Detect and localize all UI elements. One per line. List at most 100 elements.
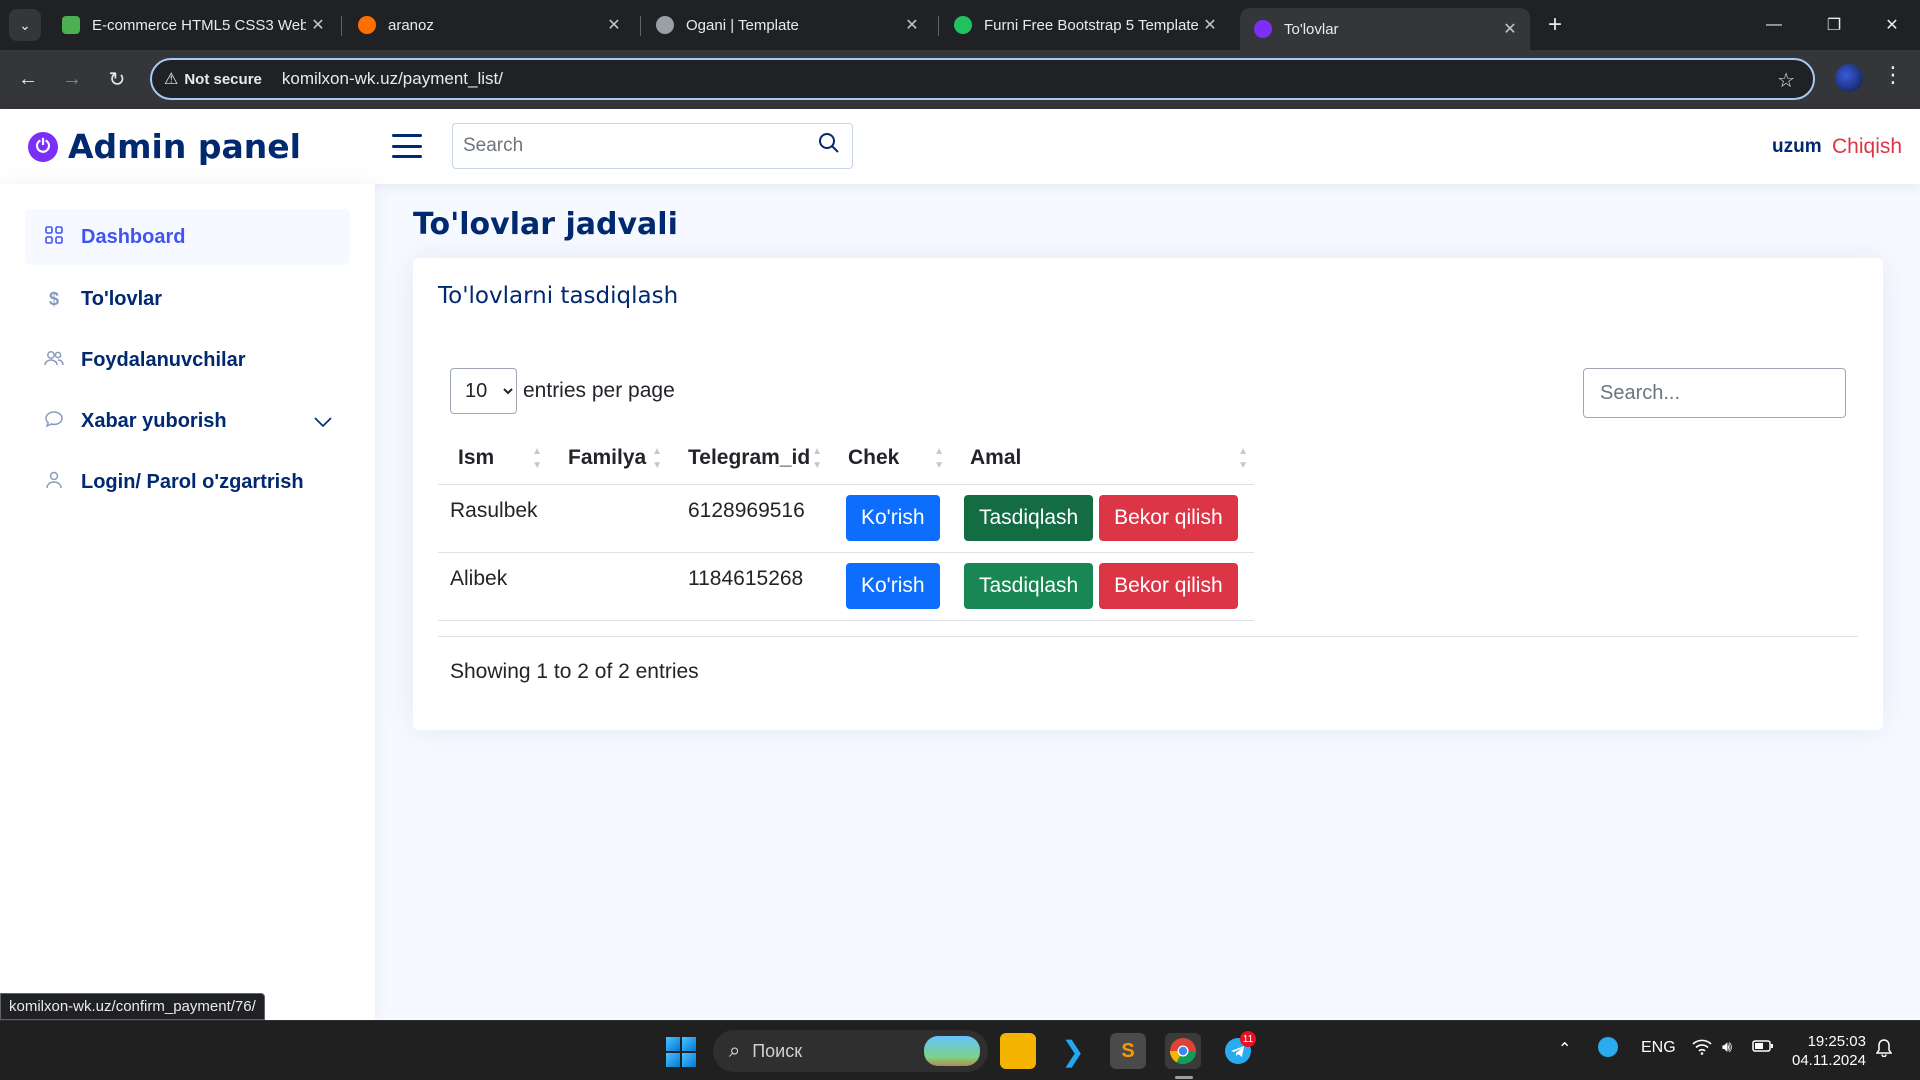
new-tab-button[interactable]: + (1540, 10, 1570, 40)
table-search-input[interactable] (1583, 368, 1846, 418)
sidebar-item-login-parol[interactable]: Login/ Parol o'zgartrish (25, 454, 350, 510)
back-arrow-icon[interactable]: ← (12, 63, 44, 95)
windows-start-icon[interactable] (666, 1037, 696, 1067)
sort-icon: ▲ ▼ (652, 446, 662, 471)
close-tab-icon[interactable]: ✕ (1498, 17, 1522, 41)
tab-favicon-icon (358, 16, 376, 34)
status-url-tooltip: komilxon-wk.uz/confirm_payment/76/ (0, 993, 265, 1020)
close-tab-icon[interactable]: ✕ (900, 13, 924, 37)
url-text[interactable]: komilxon-wk.uz/payment_list/ (282, 69, 503, 89)
notification-bell-icon[interactable] (1875, 1039, 1893, 1062)
cell-familya (548, 484, 668, 553)
cell-familya (548, 552, 668, 621)
browser-tab-bar: ⌄ E-commerce HTML5 CSS3 Web ✕ aranoz ✕ O… (0, 0, 1920, 50)
security-chip[interactable]: ⚠ Not secure (164, 69, 262, 89)
sublime-text-icon[interactable]: S (1110, 1033, 1146, 1069)
battery-icon[interactable] (1752, 1039, 1774, 1058)
sort-icon: ▲ ▼ (934, 446, 944, 471)
chevron-up-icon[interactable]: ⌃ (1558, 1039, 1571, 1059)
sidebar-item-dashboard[interactable]: Dashboard (25, 209, 350, 265)
taskbar-search[interactable]: ⌕ Поиск (713, 1030, 988, 1072)
logout-link[interactable]: Chiqish (1832, 135, 1902, 159)
header-search (452, 123, 853, 169)
cell-amal: Tasdiqlash Bekor qilish (950, 484, 1254, 553)
cell-chek: Ko'rish (828, 552, 950, 621)
notification-badge: 11 (1240, 1031, 1256, 1047)
tab-search-button[interactable]: ⌄ (9, 9, 41, 41)
cancel-payment-button[interactable]: Bekor qilish (1099, 494, 1238, 541)
minimize-icon[interactable]: — (1746, 0, 1802, 50)
sidebar-item-label: Login/ Parol o'zgartrish (81, 470, 304, 493)
tab-title: aranoz (388, 16, 434, 34)
column-header-telegram-id[interactable]: Telegram_id ▲ ▼ (668, 432, 828, 485)
address-bar[interactable]: ⚠ Not secure komilxon-wk.uz/payment_list… (150, 58, 1815, 100)
close-tab-icon[interactable]: ✕ (602, 13, 626, 37)
file-explorer-icon[interactable] (1000, 1033, 1036, 1069)
language-indicator[interactable]: ENG (1641, 1039, 1676, 1057)
column-header-ism[interactable]: Ism ▲ ▼ (438, 432, 548, 485)
logo-text: Admin panel (68, 127, 301, 166)
tab-separator (640, 16, 641, 36)
chevron-down-icon[interactable] (314, 411, 332, 432)
cell-telegram-id: 1184615268 (668, 552, 828, 621)
sidebar-item-tolovlar[interactable]: $ To'lovlar (25, 271, 350, 327)
reload-icon[interactable]: ↻ (101, 63, 133, 95)
column-label: Familya (568, 445, 647, 469)
chrome-icon[interactable] (1165, 1033, 1201, 1069)
browser-tab-1[interactable]: E-commerce HTML5 CSS3 Web ✕ (48, 8, 338, 42)
cancel-payment-button[interactable]: Bekor qilish (1099, 562, 1238, 609)
username[interactable]: uzum (1772, 136, 1822, 158)
close-window-icon[interactable]: ✕ (1864, 0, 1920, 50)
bookmark-star-icon[interactable]: ☆ (1777, 68, 1795, 93)
column-header-familya[interactable]: Familya ▲ ▼ (548, 432, 668, 485)
warning-icon: ⚠ (164, 71, 179, 88)
sidebar-item-foydalanuvchilar[interactable]: Foydalanuvchilar (25, 332, 350, 388)
taskbar-search-label: Поиск (752, 1040, 803, 1061)
telegram-tray-icon[interactable] (1598, 1037, 1618, 1057)
view-receipt-button[interactable]: Ko'rish (846, 494, 940, 541)
tab-favicon-icon (62, 16, 80, 34)
tab-title: Ogani | Template (686, 16, 799, 34)
browser-tab-3[interactable]: Ogani | Template ✕ (642, 8, 932, 42)
browser-tab-active[interactable]: To'lovlar ✕ (1240, 8, 1530, 50)
running-indicator (1175, 1076, 1193, 1079)
column-header-chek[interactable]: Chek ▲ ▼ (828, 432, 950, 485)
close-tab-icon[interactable]: ✕ (306, 13, 330, 37)
card-title: To'lovlarni tasdiqlash (438, 283, 679, 309)
tab-favicon-icon (954, 16, 972, 34)
search-icon: ⌕ (729, 1039, 741, 1062)
sidebar-item-label: Dashboard (81, 225, 186, 248)
browser-menu-icon[interactable]: ⋮ (1878, 62, 1908, 88)
payments-card: To'lovlarni tasdiqlash 10 entries per pa… (413, 258, 1883, 730)
view-receipt-button[interactable]: Ko'rish (846, 562, 940, 609)
entries-per-page-select[interactable]: 10 (450, 368, 517, 414)
volume-icon[interactable]: 🔊︎ (1722, 1039, 1732, 1057)
cell-ism: Alibek (438, 552, 548, 621)
menu-toggle-icon[interactable] (392, 134, 422, 158)
tab-separator (938, 16, 939, 36)
vscode-icon[interactable]: ❯ (1055, 1033, 1091, 1069)
confirm-payment-button[interactable]: Tasdiqlash (964, 562, 1094, 609)
cell-amal: Tasdiqlash Bekor qilish (950, 552, 1254, 621)
sidebar-item-label: Xabar yuborish (81, 409, 227, 432)
search-icon[interactable] (806, 132, 852, 160)
close-tab-icon[interactable]: ✕ (1198, 13, 1222, 37)
card-divider (438, 636, 1858, 637)
wifi-icon[interactable] (1692, 1039, 1712, 1060)
entries-per-page: 10 entries per page (450, 368, 675, 414)
header-search-input[interactable] (453, 135, 806, 157)
column-label: Amal (970, 445, 1022, 469)
restore-icon[interactable]: ❐ (1806, 0, 1862, 50)
forward-arrow-icon[interactable]: → (56, 63, 88, 95)
sort-icon: ▲ ▼ (1238, 446, 1248, 471)
people-icon (41, 350, 67, 371)
confirm-payment-button[interactable]: Tasdiqlash (964, 494, 1094, 541)
logo[interactable]: ⏻ Admin panel (28, 127, 301, 166)
column-header-amal[interactable]: Amal ▲ ▼ (950, 432, 1254, 485)
security-label: Not secure (184, 70, 262, 88)
profile-avatar[interactable] (1835, 64, 1863, 92)
sidebar-item-xabar-yuborish[interactable]: Xabar yuborish (25, 393, 350, 449)
browser-tab-2[interactable]: aranoz ✕ (344, 8, 634, 42)
browser-tab-4[interactable]: Furni Free Bootstrap 5 Template ✕ (940, 8, 1230, 42)
system-clock[interactable]: 19:25:03 04.11.2024 (1792, 1032, 1866, 1070)
